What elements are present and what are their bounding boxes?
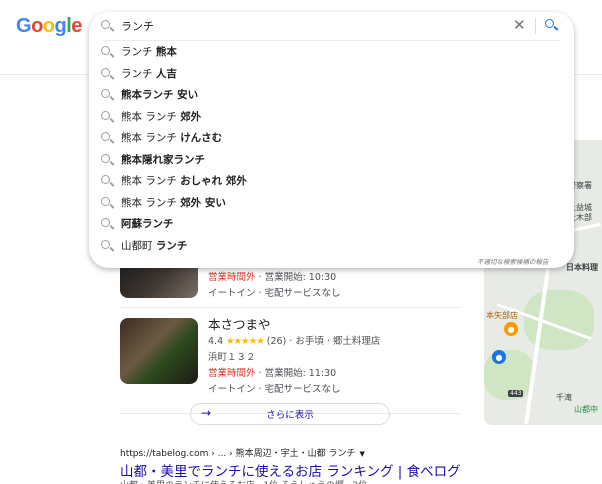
suggestion-item[interactable]: 阿蘇ランチ <box>89 213 574 235</box>
chevron-down-icon[interactable]: ▼ <box>359 450 364 458</box>
suggestion-item[interactable]: 熊本 ランチ おしゃれ 郊外 <box>89 170 574 192</box>
search-icon <box>101 239 110 252</box>
arrow-right-icon: → <box>201 406 212 420</box>
suggestion-item[interactable]: 熊本ランチ 安い <box>89 84 574 106</box>
search-icon <box>101 110 110 123</box>
result-details: 本さつまや 4.4 ★★★★★ (26) · お手頃 · 郷土料理店 浜町１３２… <box>208 316 381 395</box>
search-button-icon[interactable] <box>545 17 554 32</box>
result-details: 営業時間外 · 営業開始: 10:30 イートイン · 宅配サービスなし <box>208 272 341 299</box>
search-suggestions-panel: ランチ ✕ ランチ 熊本 ランチ 人吉 熊本ランチ 安い 熊本 ランチ 郊外 熊… <box>89 12 574 268</box>
more-results-button[interactable]: → さらに表示 <box>190 403 390 425</box>
search-icon <box>101 174 110 187</box>
map-label: 山都中 <box>574 405 598 414</box>
result-breadcrumb[interactable]: https://tabelog.com › ... › 熊本周辺・宇土・山都 ラ… <box>120 446 365 459</box>
close-icon[interactable]: ✕ <box>513 16 526 34</box>
search-icon <box>101 131 110 144</box>
result-link-title[interactable]: 山都・美里でランチに使えるお店 ランキング | 食べログ <box>120 460 461 480</box>
result-thumbnail[interactable] <box>120 318 198 384</box>
suggestion-item[interactable]: 熊本 ランチ 郊外 安い <box>89 192 574 214</box>
report-suggestions-link[interactable]: 不適切な検索候補の報告 <box>477 256 549 266</box>
suggestion-list: ランチ 熊本 ランチ 人吉 熊本ランチ 安い 熊本 ランチ 郊外 熊本 ランチ … <box>89 41 574 256</box>
google-logo[interactable]: Google <box>16 15 82 38</box>
suggestion-item[interactable]: 熊本 ランチ けんさむ <box>89 127 574 149</box>
search-icon <box>101 217 110 230</box>
search-icon <box>101 153 110 166</box>
map-label: 千滝 <box>556 393 572 402</box>
route-badge: 443 <box>508 390 524 397</box>
search-icon <box>101 67 110 80</box>
map-label: 日本料理 <box>566 263 598 272</box>
search-icon <box>101 88 110 101</box>
divider <box>535 18 536 34</box>
map-pin-icon[interactable]: ● <box>492 350 506 364</box>
suggestion-item[interactable]: 山都町 ランチ <box>89 235 574 257</box>
search-bar[interactable]: ランチ ✕ <box>89 12 574 40</box>
map-label: 本矢部店 <box>486 311 518 320</box>
result-divider <box>120 307 460 308</box>
local-result-2[interactable]: 本さつまや 4.4 ★★★★★ (26) · お手頃 · 郷土料理店 浜町１３２… <box>120 317 460 395</box>
suggestion-item[interactable]: ランチ 人吉 <box>89 63 574 85</box>
suggestion-item[interactable]: 熊本隠れ家ランチ <box>89 149 574 171</box>
result-title[interactable]: 本さつまや <box>208 316 380 334</box>
suggestion-item[interactable]: ランチ 熊本 <box>89 41 574 63</box>
rating-stars: ★★★★★ <box>226 336 265 347</box>
map-pin-icon[interactable]: ● <box>504 322 518 336</box>
suggestion-item[interactable]: 熊本 ランチ 郊外 <box>89 106 574 128</box>
search-icon <box>101 19 110 32</box>
result-snippet: 山都・美里のランチに使えるお店 · 1位 そうしゅうの郷 · 2位 ... <box>120 478 500 484</box>
search-icon <box>101 45 110 58</box>
search-input[interactable]: ランチ <box>121 18 154 34</box>
search-icon <box>101 196 110 209</box>
